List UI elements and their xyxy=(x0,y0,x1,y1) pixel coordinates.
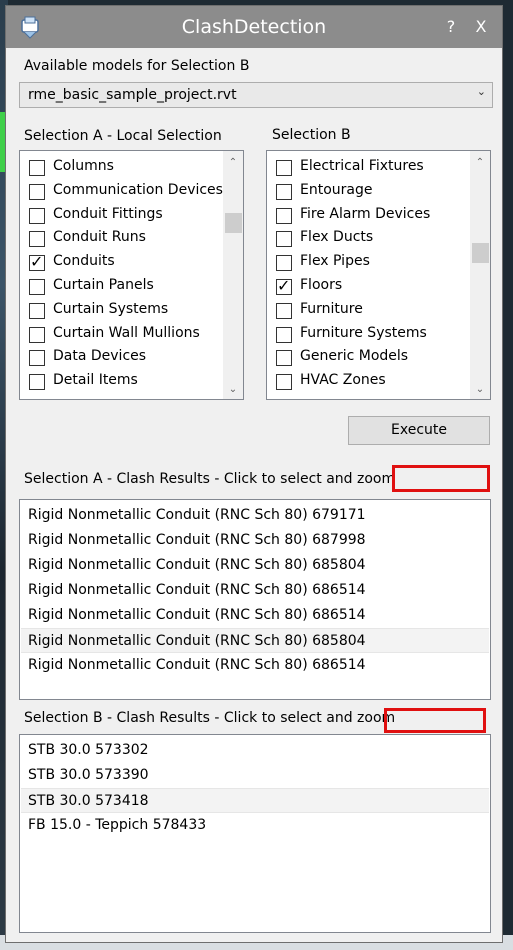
scroll-down-icon[interactable]: ⌄ xyxy=(470,384,490,395)
list-item[interactable]: Conduit Fittings xyxy=(27,204,217,228)
checkbox[interactable] xyxy=(29,374,45,391)
checkbox[interactable] xyxy=(276,231,292,248)
scroll-thumb[interactable] xyxy=(225,212,242,233)
list-item-label: Generic Models xyxy=(300,348,409,365)
checkbox[interactable] xyxy=(276,374,292,391)
selection-a-scrollbar[interactable]: ⌃ ⌄ xyxy=(223,151,243,399)
result-row[interactable]: STB 30.0 573302 xyxy=(21,738,489,763)
result-row[interactable]: Rigid Nonmetallic Conduit (RNC Sch 80) 6… xyxy=(21,653,489,678)
selection-a-label: Selection A - Local Selection xyxy=(24,128,222,144)
selection-b-scrollbar[interactable]: ⌃ ⌄ xyxy=(470,151,490,399)
result-row[interactable]: Rigid Nonmetallic Conduit (RNC Sch 80) 6… xyxy=(21,603,489,628)
checkbox[interactable] xyxy=(276,183,292,200)
list-item[interactable]: Flex Ducts xyxy=(274,227,464,251)
results-b-list[interactable]: STB 30.0 573302 STB 30.0 573390 STB 30.0 5… xyxy=(19,734,491,933)
checkbox[interactable] xyxy=(276,350,292,367)
chevron-down-icon: ⌄ xyxy=(476,85,486,98)
results-b-label: Selection B - Clash Results - Click to s… xyxy=(24,710,396,726)
list-item[interactable]: Conduit Runs xyxy=(27,227,217,251)
checkbox[interactable] xyxy=(29,207,45,224)
list-item[interactable]: Generic Models xyxy=(274,346,464,370)
scroll-down-icon[interactable]: ⌄ xyxy=(223,384,243,395)
list-item-label: Curtain Wall Mullions xyxy=(53,324,200,341)
result-row[interactable]: Rigid Nonmetallic Conduit (RNC Sch 80) 6… xyxy=(21,503,489,528)
list-item[interactable]: Detail Items xyxy=(27,370,217,394)
checkbox[interactable] xyxy=(276,160,292,176)
list-item-label: Furniture Systems xyxy=(300,324,427,341)
scroll-thumb[interactable] xyxy=(472,243,489,264)
list-item-label: Furniture xyxy=(300,300,363,317)
help-button[interactable]: ? xyxy=(440,17,462,36)
list-item-label: Detail Items xyxy=(53,372,138,389)
list-item[interactable]: Fire Alarm Devices xyxy=(274,204,464,228)
models-label: Available models for Selection B xyxy=(24,58,250,74)
result-row[interactable]: Rigid Nonmetallic Conduit (RNC Sch 80) 6… xyxy=(21,628,489,653)
checkbox[interactable] xyxy=(29,326,45,343)
highlight-box-b xyxy=(384,708,486,733)
list-item-label: Electrical Fixtures xyxy=(300,158,424,174)
selection-a-list[interactable]: ⌃ ⌄ Columns Communication Devices Conduit … xyxy=(19,150,244,400)
results-a-label: Selection A - Clash Results - Click to s… xyxy=(24,471,396,487)
scroll-up-icon[interactable]: ⌃ xyxy=(223,157,243,168)
checkbox[interactable] xyxy=(29,160,45,176)
result-row[interactable]: STB 30.0 573418 xyxy=(21,788,489,813)
window-title: ClashDetection xyxy=(181,16,327,38)
list-item-label: Curtain Systems xyxy=(53,300,169,317)
list-item[interactable]: Flex Pipes xyxy=(274,251,464,275)
list-item-label: Entourage xyxy=(300,181,373,198)
list-item[interactable]: Electrical Fixtures xyxy=(274,156,464,180)
list-item-label: Conduit Runs xyxy=(53,229,146,246)
scroll-up-icon[interactable]: ⌃ xyxy=(470,157,490,168)
close-button[interactable]: X xyxy=(470,17,492,36)
checkbox[interactable] xyxy=(276,276,292,295)
list-item[interactable]: Entourage xyxy=(274,180,464,204)
list-item-label: Curtain Panels xyxy=(53,277,154,293)
highlight-box-a xyxy=(392,465,490,492)
checkbox[interactable] xyxy=(276,207,292,224)
list-item[interactable]: Data Devices xyxy=(27,346,217,370)
checkbox[interactable] xyxy=(29,302,45,319)
list-item-label: HVAC Zones xyxy=(300,372,386,389)
checkbox[interactable] xyxy=(29,252,45,272)
result-row[interactable]: Rigid Nonmetallic Conduit (RNC Sch 80) 6… xyxy=(21,553,489,578)
list-item-label: Fire Alarm Devices xyxy=(300,205,431,222)
list-item-label: Conduits xyxy=(53,253,115,270)
checkbox[interactable] xyxy=(276,302,292,319)
checkbox[interactable] xyxy=(276,326,292,343)
checkbox[interactable] xyxy=(29,231,45,248)
list-item[interactable]: Furniture xyxy=(274,299,464,323)
checkbox[interactable] xyxy=(276,255,292,272)
list-item[interactable]: Columns xyxy=(27,156,217,180)
clash-detection-window: ClashDetection ? X Available models for … xyxy=(5,5,503,943)
list-item-label: Conduit Fittings xyxy=(53,205,163,222)
list-item-label: Columns xyxy=(53,158,114,174)
checkbox[interactable] xyxy=(29,350,45,367)
list-item[interactable]: Curtain Panels xyxy=(27,275,217,299)
checkbox[interactable] xyxy=(29,279,45,295)
list-item[interactable]: Curtain Systems xyxy=(27,299,217,323)
list-item[interactable]: Floors xyxy=(274,275,464,299)
list-item[interactable]: Communication Devices xyxy=(27,180,223,204)
result-row[interactable]: Rigid Nonmetallic Conduit (RNC Sch 80) 6… xyxy=(21,578,489,603)
execute-button[interactable]: Execute xyxy=(348,416,490,445)
result-row[interactable]: FB 15.0 - Teppich 578433 xyxy=(21,813,489,838)
list-item-label: Flex Pipes xyxy=(300,253,370,270)
models-dropdown[interactable]: rme_basic_sample_project.rvt ⌄ xyxy=(19,82,493,108)
result-row[interactable]: STB 30.0 573390 xyxy=(21,763,489,788)
results-a-list[interactable]: Rigid Nonmetallic Conduit (RNC Sch 80) 6… xyxy=(19,499,491,700)
list-item-label: Flex Ducts xyxy=(300,229,374,246)
checkbox[interactable] xyxy=(29,183,45,200)
list-item[interactable]: HVAC Zones xyxy=(274,370,464,394)
selection-b-label: Selection B xyxy=(272,127,351,143)
list-item-label: Communication Devices xyxy=(53,181,223,198)
models-dropdown-value: rme_basic_sample_project.rvt xyxy=(28,87,237,103)
list-item[interactable]: Furniture Systems xyxy=(274,323,464,347)
selection-b-list[interactable]: ⌃ ⌄ Electrical Fixtures Entourage Fire Ala… xyxy=(266,150,491,400)
list-item-label: Data Devices xyxy=(53,348,147,365)
list-item-label: Floors xyxy=(300,277,343,293)
list-item[interactable]: Curtain Wall Mullions xyxy=(27,323,217,347)
list-item[interactable]: Conduits xyxy=(27,251,217,275)
result-row[interactable]: Rigid Nonmetallic Conduit (RNC Sch 80) 6… xyxy=(21,528,489,553)
title-bar[interactable]: ClashDetection ? X xyxy=(6,6,502,48)
